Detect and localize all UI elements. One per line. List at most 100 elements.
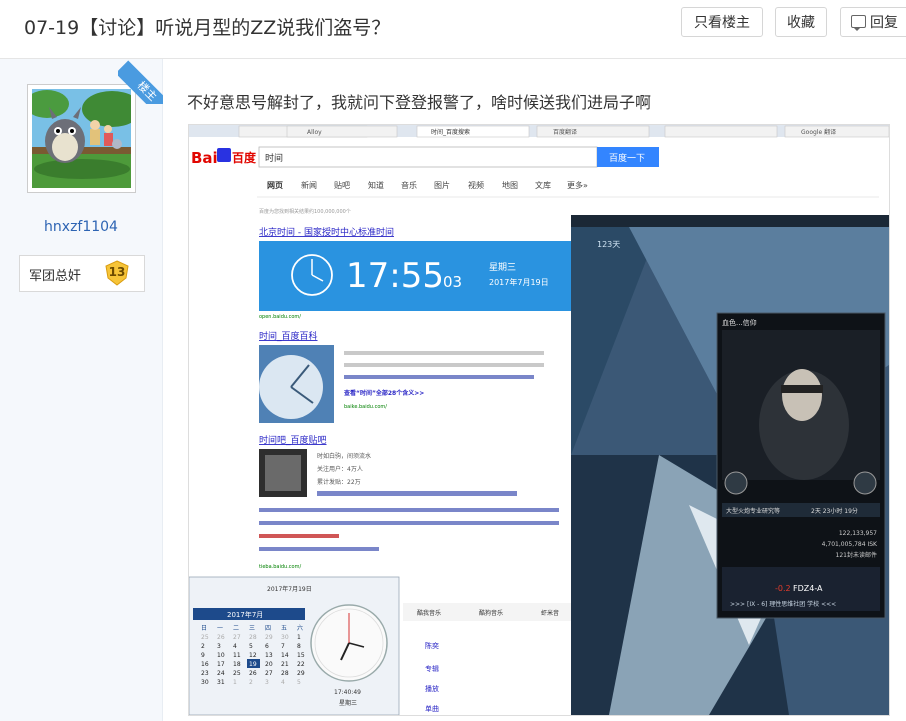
calendar-day: 25 (201, 634, 209, 641)
calendar-day: 18 (233, 661, 241, 668)
calendar-day: 5 (249, 643, 253, 650)
small-clock-time: 17:40:49 (334, 689, 361, 696)
nav-tab: 网页 (267, 181, 283, 190)
calendar-day: 31 (217, 679, 225, 686)
calendar-header: 2017年7月19日 (267, 585, 312, 593)
calendar-day: 2 (201, 643, 205, 650)
author-panel: hnxzf1104 军团总奸 13 (0, 59, 163, 721)
calendar-weekday: 五 (281, 625, 287, 632)
game-stat: 4,701,005,784 ISK (822, 541, 878, 548)
calendar-day: 4 (233, 643, 237, 650)
calendar-day: 9 (201, 652, 205, 659)
calendar-day: 8 (297, 643, 301, 650)
music-item: 单曲 (425, 704, 439, 713)
music-tab: 酷狗音乐 (479, 609, 503, 617)
calendar-day: 11 (233, 652, 241, 659)
result-title-link: 北京时间 - 国家授时中心标准时间 (259, 226, 394, 238)
calendar-day: 26 (217, 634, 225, 641)
nav-tab: 图片 (434, 180, 450, 190)
op-ribbon: 楼主 (118, 59, 163, 104)
svg-text:百度: 百度 (232, 150, 257, 165)
post-content: 不好意思号解封了，我就问下登登报警了，啥时候送我们进局子啊 (187, 93, 652, 112)
calendar-day: 6 (265, 643, 269, 650)
calendar-day: 10 (217, 652, 225, 659)
result-title-link: 时间_百度百科 (259, 330, 318, 342)
calendar-weekday: 二 (233, 625, 239, 632)
calendar-day: 3 (217, 643, 221, 650)
calendar-day: 19 (249, 661, 257, 668)
search-nav-tabs: 网页 新闻 贴吧 知道 音乐 图片 视频 地图 文库 更多» (267, 180, 588, 190)
calendar-weekday: 四 (265, 625, 271, 632)
nav-tab: 文库 (535, 180, 551, 190)
result-url: baike.baidu.com/ (344, 404, 387, 410)
calendar-weekday: 三 (249, 625, 255, 632)
totoro-avatar-image (32, 89, 131, 188)
character-time: 2天 23小时 19分 (811, 507, 858, 515)
music-tab: 虾米音 (541, 609, 559, 617)
favorite-button[interactable]: 收藏 (775, 7, 827, 37)
calendar-day: 30 (201, 679, 209, 686)
rank-title: 军团总奸 (29, 269, 82, 284)
nav-tab: 贴吧 (334, 180, 350, 190)
result-title-link: 时间吧_百度贴吧 (259, 434, 327, 446)
calendar-weekday: 日 (201, 625, 207, 632)
clock-date: 2017年7月19日 (489, 277, 549, 287)
calendar-weekday: 六 (297, 624, 303, 632)
calendar-day: 2 (249, 679, 253, 686)
search-button: 百度一下 (609, 152, 645, 164)
calendar-day: 4 (281, 679, 285, 686)
post-screenshot-image[interactable]: Alloy 时间_百度搜索 百度翻译 Google 翻译 Bai 百度 时间 百… (188, 124, 890, 716)
calendar-day: 26 (249, 670, 257, 677)
small-clock-day: 星期三 (339, 699, 357, 707)
nav-tab: 新闻 (301, 180, 317, 190)
level-number: 13 (108, 265, 126, 279)
game-stat: 122,133,957 (839, 530, 877, 537)
avatar[interactable] (32, 89, 131, 188)
reply-label: 回复 (870, 15, 898, 31)
music-item: 陈奕 (425, 641, 439, 650)
calendar-day: 29 (297, 670, 305, 677)
baidu-logo: Bai 百度 (191, 148, 257, 167)
music-item: 播放 (425, 684, 439, 693)
level-shield-icon: 13 (104, 260, 130, 286)
calendar-day: 1 (297, 634, 301, 641)
calendar-day: 15 (297, 652, 305, 659)
game-days: 123天 (597, 240, 620, 249)
search-input: 时间 (265, 152, 283, 164)
calendar-day: 27 (233, 634, 241, 641)
calendar-day: 14 (281, 652, 289, 659)
nav-tab: 地图 (502, 180, 518, 190)
calendar-day: 17 (217, 661, 225, 668)
calendar-day: 22 (297, 661, 305, 668)
calendar-day: 5 (297, 679, 301, 686)
browser-tab-label: Alloy (307, 129, 322, 136)
calendar-day: 7 (281, 643, 285, 650)
nav-tab: 视频 (468, 180, 484, 190)
op-badge-label: 楼主 (118, 60, 163, 104)
reply-button[interactable]: 回复 (840, 7, 906, 37)
calendar-day: 30 (281, 634, 289, 641)
comment-icon (851, 15, 866, 31)
system-name: FDZ4-A (793, 584, 823, 593)
username-link[interactable]: hnxzf1104 (0, 219, 162, 235)
calendar-day: 21 (281, 661, 289, 668)
calendar-month: 2017年7月 (227, 610, 263, 619)
thread-title: 07-19【讨论】听说月型的ZZ说我们盗号？ (24, 17, 391, 39)
system-route: >>> [IX - 6] 理性思维社团 学校 <<< (730, 600, 836, 608)
clock-seconds: 03 (443, 273, 462, 291)
calendar-day: 16 (201, 661, 209, 668)
system-security: -0.2 (775, 584, 791, 593)
thread-header: 07-19【讨论】听说月型的ZZ说我们盗号？ 只看楼主 收藏 回复 (0, 0, 906, 59)
calendar-day: 13 (265, 652, 273, 659)
calendar-day: 12 (249, 652, 257, 659)
only-op-button[interactable]: 只看楼主 (681, 7, 763, 37)
result-url: tieba.baidu.com/ (259, 564, 301, 570)
tieba-info: 关注用户：4万人 (317, 465, 363, 473)
rank-badge: 军团总奸 13 (19, 255, 145, 292)
character-role: 大型火炮专业研究等 (726, 507, 780, 515)
browser-tab-label: 百度翻译 (553, 128, 577, 136)
tieba-info: 时如白驹，间须流水 (317, 452, 371, 460)
calendar-day: 24 (217, 670, 225, 677)
result-url: open.baidu.com/ (259, 314, 301, 320)
calendar-day: 29 (265, 634, 273, 641)
